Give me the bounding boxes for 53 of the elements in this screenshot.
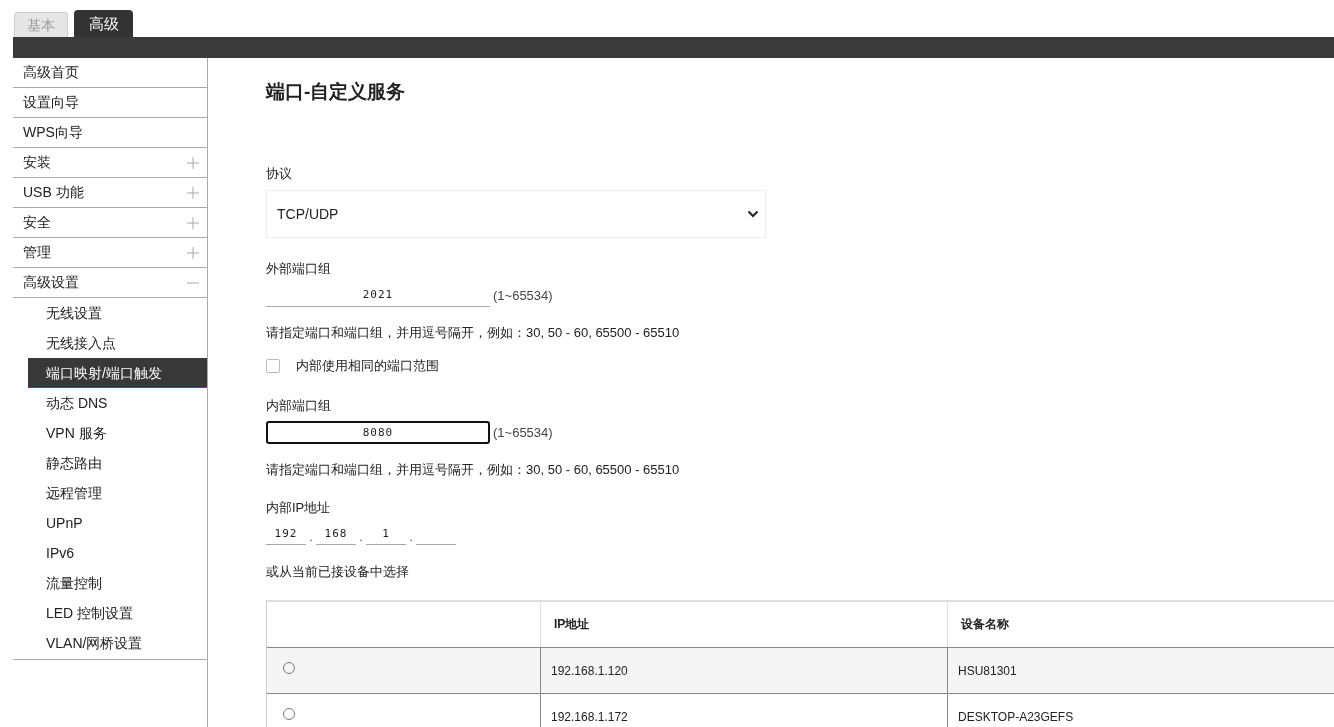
sidebar-item[interactable]: 安全 [13, 208, 207, 238]
hint-text: 请指定端口和端口组，并用逗号隔开，例如：30, 50 - 60, 65500 - 65510 [266, 461, 681, 477]
sidebar-subitem[interactable]: 远程管理 [28, 478, 207, 508]
expand-icon[interactable] [187, 186, 199, 199]
sidebar-subitem[interactable]: VLAN/网桥设置 [28, 628, 207, 658]
sidebar-subitem[interactable]: 无线接入点 [28, 328, 207, 358]
sidebar-item[interactable]: WPS向导 [13, 118, 207, 148]
range-hint: (1~65534) [493, 288, 553, 303]
table-cell: 192.168.1.120 [541, 648, 948, 693]
column-header: IP地址 [541, 602, 948, 647]
dot-separator: . [308, 530, 314, 545]
sidebar-item[interactable]: 管理 [13, 238, 207, 268]
caret-icon [747, 210, 759, 218]
sidebar-subitem[interactable]: 端口映射/端口触发 [28, 358, 207, 388]
field-label: 内部端口组 [266, 397, 332, 413]
dot-separator: . [358, 530, 364, 545]
column-header: 设备名称 [959, 616, 1010, 633]
sidebar-item[interactable]: 设置向导 [13, 88, 207, 118]
table-cell-text: HSU81301 [957, 662, 1018, 680]
range-hint: (1~65534) [493, 425, 553, 440]
tab[interactable]: 高级 [74, 10, 133, 37]
checkbox[interactable] [266, 359, 280, 373]
hint-text: 请指定端口和端口组，并用逗号隔开，例如：30, 50 - 60, 65500 - 65510 [266, 324, 681, 340]
expand-icon[interactable] [187, 216, 199, 229]
sidebar-item[interactable]: USB 功能 [13, 178, 207, 208]
table-cell: 192.168.1.172 [541, 694, 948, 727]
field-label: 内部IP地址 [266, 499, 332, 515]
prompt-text: 或从当前已接设备中选择 [266, 563, 410, 579]
sidebar-subitem[interactable]: 静态路由 [28, 448, 207, 478]
sidebar-subitem[interactable]: 动态 DNS [28, 388, 207, 418]
sidebar-subitem[interactable]: 无线设置 [28, 298, 207, 328]
expand-icon[interactable] [187, 156, 199, 169]
sidebar-item[interactable]: 高级设置 [13, 268, 207, 298]
checkbox-label: 内部使用相同的端口范围 [296, 357, 439, 375]
protocol-dropdown[interactable]: TCP/UDP [266, 190, 766, 238]
ip-octet-field[interactable]: 1 [366, 525, 406, 545]
sidebar-item[interactable]: 高级首页 [13, 58, 207, 88]
port-input[interactable]: 2021 [266, 284, 490, 307]
ip-octet-field[interactable]: 192 [266, 525, 306, 545]
port-input[interactable]: 8080 [266, 421, 490, 444]
page-title: 端口-自定义服务 [266, 80, 407, 103]
sidebar-subitem[interactable]: UPnP [28, 508, 207, 538]
dot-separator: . [408, 530, 414, 545]
sidebar-subitem[interactable]: LED 控制设置 [28, 598, 207, 628]
field-label: 协议 [266, 165, 293, 181]
sidebar-subitem[interactable]: IPv6 [28, 538, 207, 568]
expand-icon[interactable] [187, 246, 199, 259]
sidebar-item[interactable]: 安装 [13, 148, 207, 178]
ip-octet-field[interactable]: 168 [316, 525, 356, 545]
field-label: 外部端口组 [266, 260, 332, 276]
sidebar-subitem[interactable]: VPN 服务 [28, 418, 207, 448]
table-cell-text: DESKTOP-A23GEFS [957, 708, 1075, 726]
sidebar-subitem[interactable]: 流量控制 [28, 568, 207, 598]
